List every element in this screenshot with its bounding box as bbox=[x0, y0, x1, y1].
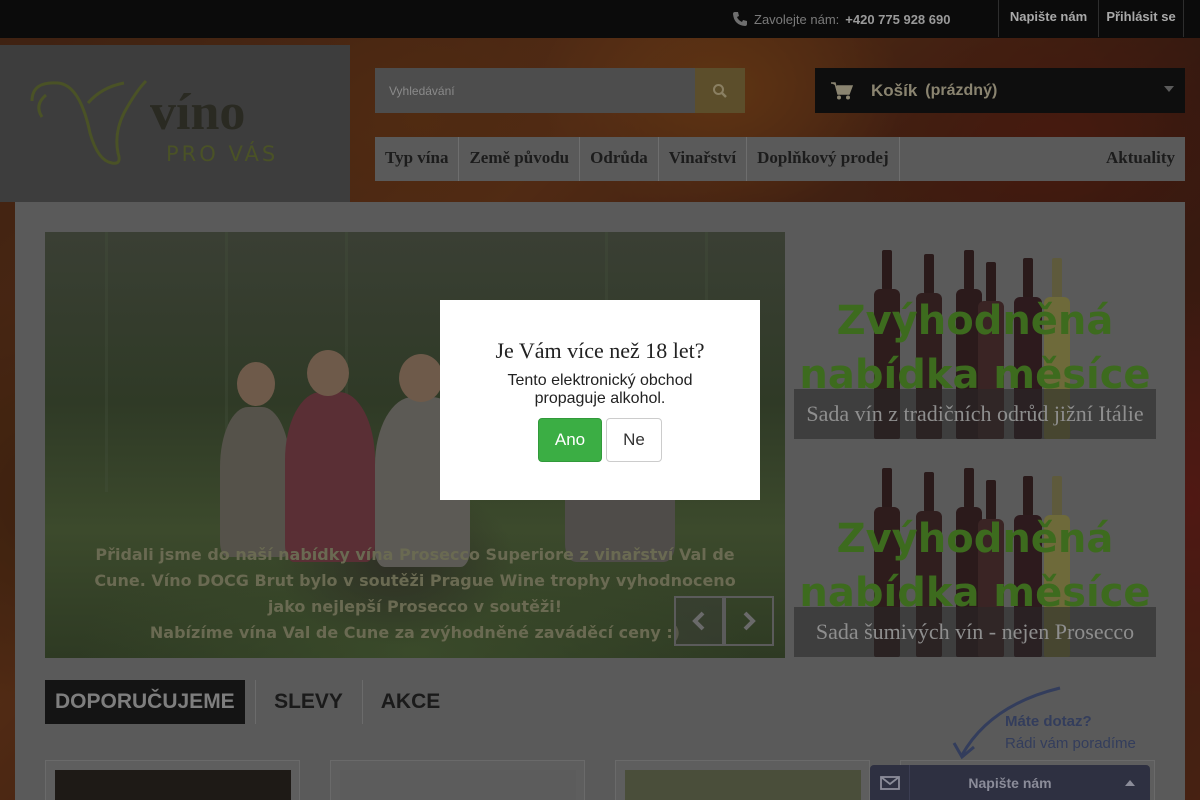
bottle-image bbox=[1052, 258, 1062, 298]
cart-button[interactable]: Košík (prázdný) bbox=[815, 68, 1185, 113]
bottle-image bbox=[1023, 258, 1033, 298]
bottle-image bbox=[964, 468, 974, 508]
logo-sub: PRO VÁS bbox=[166, 141, 278, 166]
bottle-image bbox=[1023, 476, 1033, 516]
age-yes-button[interactable]: Ano bbox=[538, 418, 602, 462]
phone-label: Zavolejte nám: bbox=[754, 11, 840, 27]
promo-banner-italy[interactable]: Zvýhodněná nabídka měsíce Sada vín z tra… bbox=[794, 232, 1156, 439]
nav-item-news[interactable]: Aktuality bbox=[1096, 137, 1185, 181]
bottle-image bbox=[986, 480, 996, 520]
slider-next-button[interactable] bbox=[724, 596, 774, 646]
bottle-image bbox=[924, 254, 934, 294]
chat-icon-box bbox=[870, 765, 910, 800]
promo-headline: Zvýhodněná bbox=[836, 516, 1114, 562]
envelope-icon bbox=[879, 775, 900, 790]
person-photo bbox=[285, 392, 375, 562]
product-card[interactable] bbox=[45, 760, 300, 800]
ask-title: Máte dotaz? bbox=[1005, 713, 1092, 730]
product-image bbox=[340, 770, 576, 800]
top-bar: Zavolejte nám: +420 775 928 690 Napište … bbox=[0, 0, 1200, 38]
ask-question-hint: Máte dotaz? Rádi vám poradíme bbox=[950, 685, 1170, 765]
tab-promotions[interactable]: AKCE bbox=[362, 680, 458, 724]
vine-row bbox=[105, 232, 108, 492]
promo-caption: Sada vín z tradičních odrůd jižní Itálie bbox=[794, 389, 1156, 439]
person-photo bbox=[237, 362, 275, 406]
tab-discounts[interactable]: SLEVY bbox=[255, 680, 361, 724]
logo[interactable]: víno PRO VÁS bbox=[0, 45, 350, 202]
bottle-image bbox=[986, 262, 996, 302]
main-nav: Typ vína Země původu Odrůda Vinařství Do… bbox=[375, 137, 1185, 181]
logo-mark: víno PRO VÁS bbox=[30, 79, 278, 166]
nav-item-country[interactable]: Země původu bbox=[459, 137, 581, 181]
product-image bbox=[55, 770, 291, 800]
product-image bbox=[625, 770, 861, 800]
phone-contact[interactable]: Zavolejte nám: +420 775 928 690 bbox=[732, 6, 950, 32]
modal-text: Tento elektronický obchod propaguje alko… bbox=[507, 372, 693, 407]
cart-title: Košík bbox=[871, 80, 918, 100]
nav-item-extras[interactable]: Doplňkový prodej bbox=[747, 137, 900, 181]
promo-banner-sparkling[interactable]: Zvýhodněná nabídka měsíce Sada šumivých … bbox=[794, 450, 1156, 657]
write-us-link[interactable]: Napište nám bbox=[998, 0, 1098, 37]
search-button[interactable] bbox=[695, 68, 745, 113]
product-card[interactable] bbox=[330, 760, 585, 800]
promo-caption: Sada šumivých vín - nejen Prosecco bbox=[794, 607, 1156, 657]
slider-prev-button[interactable] bbox=[674, 596, 724, 646]
person-photo bbox=[220, 407, 290, 557]
modal-title: Je Vám více než 18 let? bbox=[495, 338, 705, 363]
chat-label: Napište nám bbox=[968, 774, 1052, 791]
nav-item-winery[interactable]: Vinařství bbox=[659, 137, 748, 181]
login-link[interactable]: Přihlásit se bbox=[1098, 0, 1184, 37]
chat-widget[interactable]: Napište nám bbox=[870, 765, 1150, 800]
age-no-button[interactable]: Ne bbox=[606, 418, 662, 462]
bottle-image bbox=[1052, 476, 1062, 516]
bottle-image bbox=[924, 472, 934, 512]
nav-item-variety[interactable]: Odrůda bbox=[580, 137, 659, 181]
bottle-image bbox=[882, 468, 892, 508]
chevron-left-icon bbox=[692, 611, 705, 631]
search-input[interactable] bbox=[375, 68, 695, 113]
bottle-image bbox=[964, 250, 974, 290]
modal-buttons: Ano Ne bbox=[440, 418, 760, 462]
logo-word: víno bbox=[150, 84, 245, 141]
product-card[interactable] bbox=[615, 760, 870, 800]
person-photo bbox=[307, 350, 349, 396]
ask-subtitle: Rádi vám poradíme bbox=[1005, 735, 1136, 752]
phone-number[interactable]: +420 775 928 690 bbox=[845, 12, 950, 27]
person-photo bbox=[399, 354, 443, 402]
cart-status: (prázdný) bbox=[925, 81, 998, 99]
age-verification-modal: Je Vám více než 18 let? Tento elektronic… bbox=[440, 300, 760, 500]
chevron-up-icon bbox=[1125, 779, 1135, 786]
phone-icon bbox=[733, 12, 747, 26]
search-icon bbox=[713, 83, 727, 98]
tab-recommended[interactable]: DOPORUČUJEME bbox=[45, 680, 245, 724]
cart-icon bbox=[831, 81, 853, 99]
nav-item-wine-type[interactable]: Typ vína bbox=[375, 137, 460, 181]
promo-headline: Zvýhodněná bbox=[836, 298, 1114, 344]
chevron-down-icon bbox=[1164, 86, 1174, 92]
chat-expand[interactable] bbox=[1110, 779, 1150, 787]
bottle-image bbox=[882, 250, 892, 290]
chevron-right-icon bbox=[743, 611, 756, 631]
